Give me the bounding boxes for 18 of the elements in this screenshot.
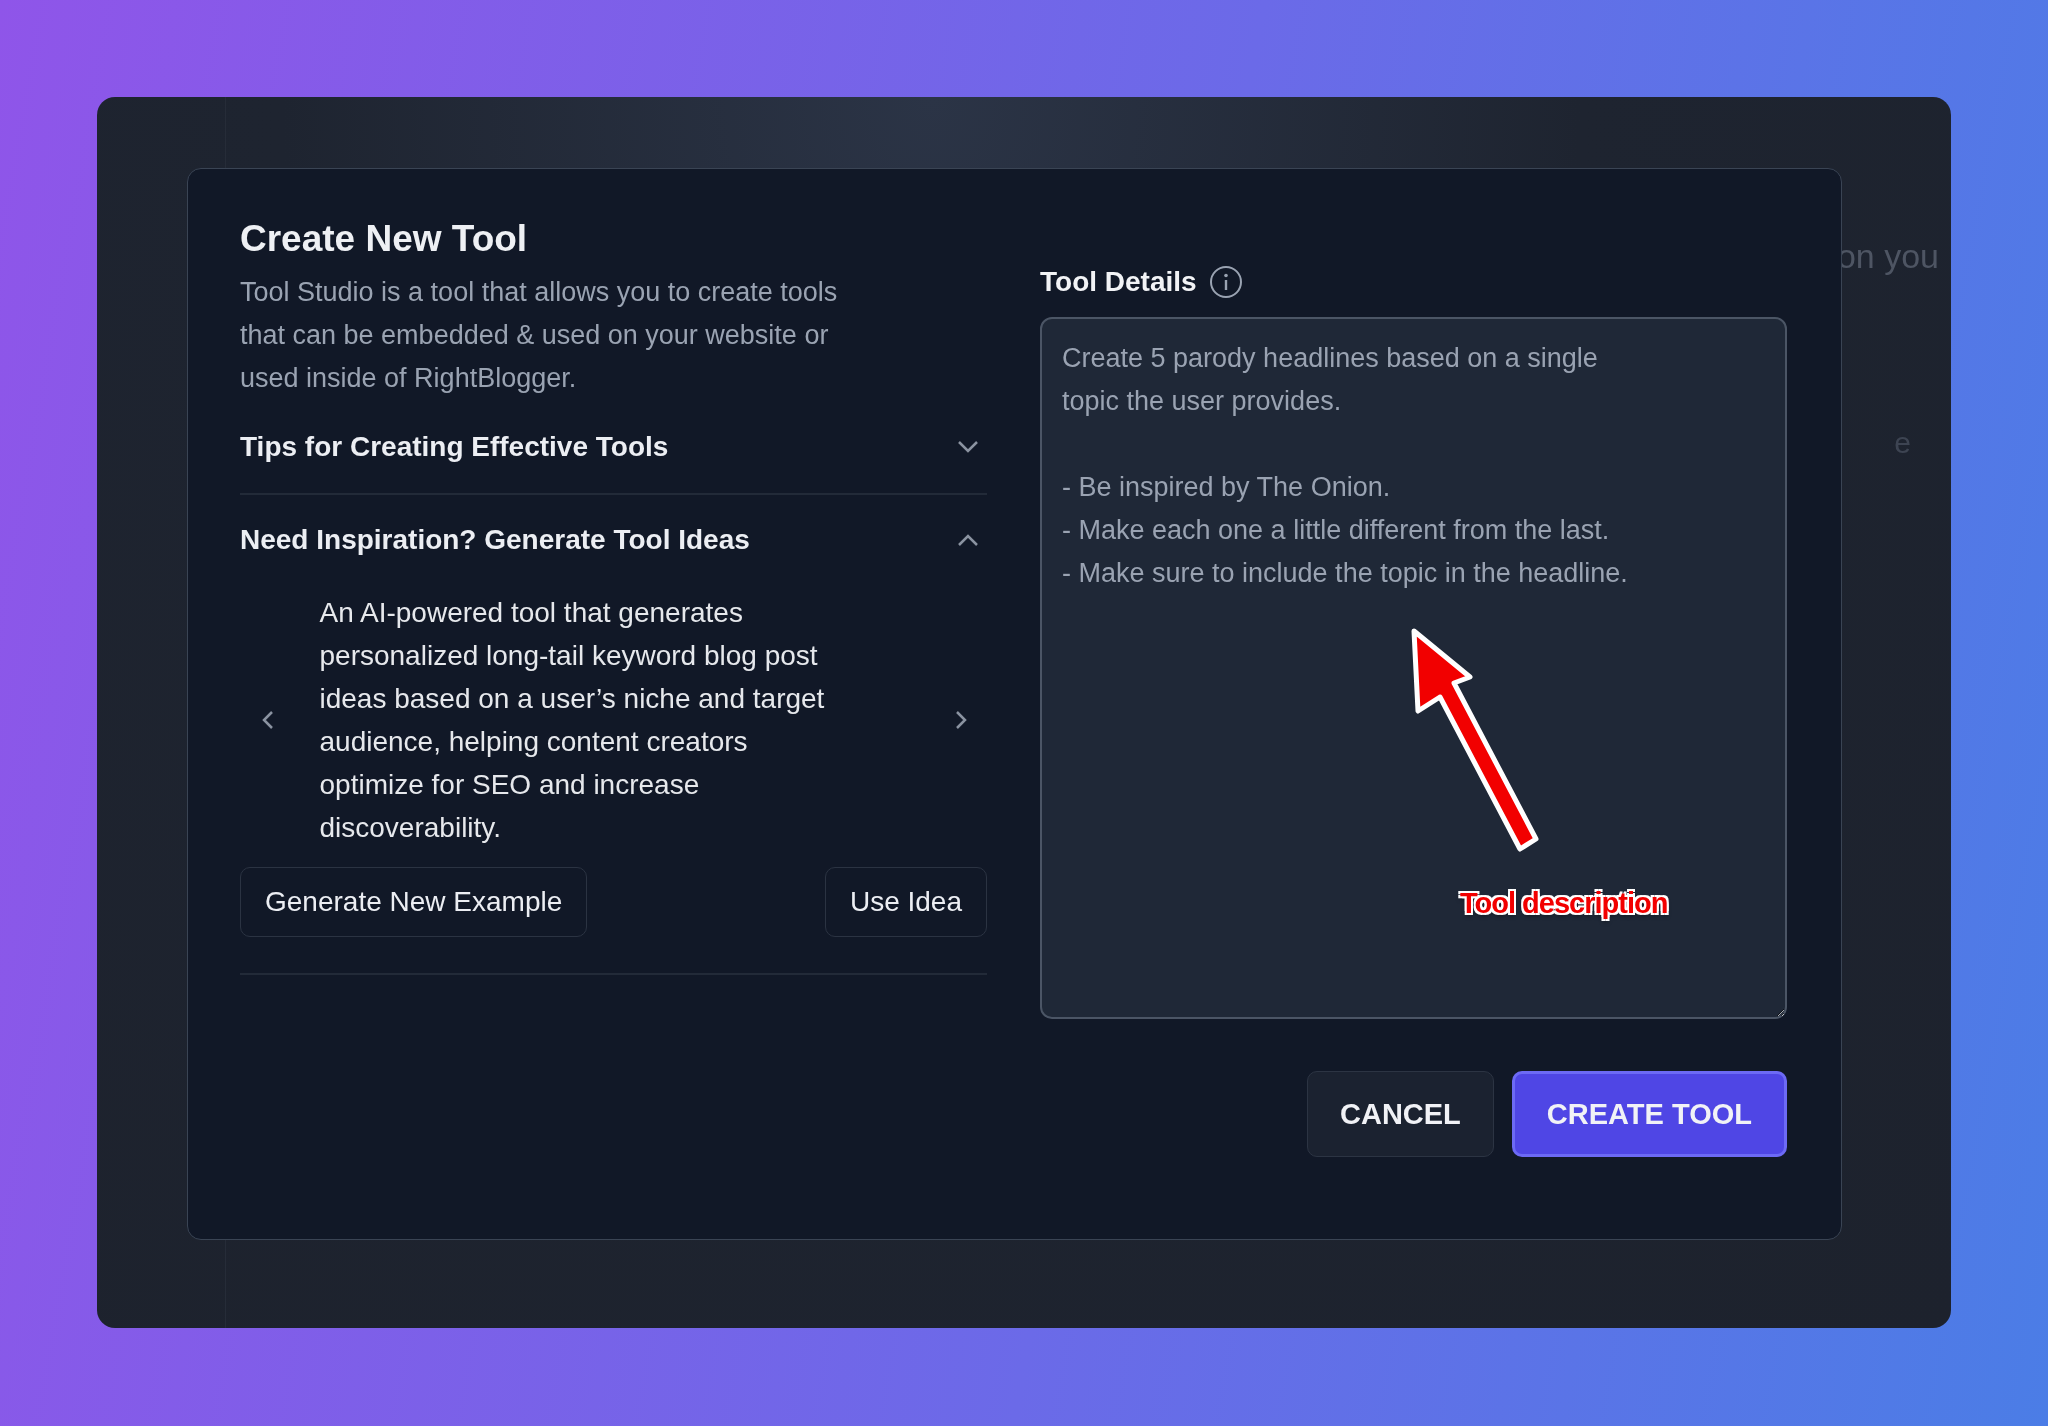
next-button[interactable] [955, 710, 967, 730]
field-label: Tool Details [1040, 266, 1197, 298]
chevron-down-icon [957, 439, 979, 454]
dialog-description: Tool Studio is a tool that allows you to create tools that can be embedded & used on your website or used inside of RightBlogger. [240, 276, 839, 395]
chevron-left-icon [262, 710, 274, 730]
generate-example-button[interactable]: Generate New Example [240, 867, 588, 937]
accordion-header[interactable]: Need Inspiration? Generate Tool Ideas [240, 495, 987, 585]
chevron-right-icon [955, 710, 967, 730]
accordion-header[interactable]: Tips for Creating Effective Tools [240, 400, 987, 495]
idea-text: An AI-powered tool that generates personalized long-tail keyword blog post ideas based on a user’s niche and target audience, helping content creators optimize for SEO and increase discoverability. [319, 596, 826, 845]
previous-button[interactable] [262, 710, 274, 730]
dialog-title: Create New Tool [240, 217, 529, 261]
create-tool-button[interactable]: CREATE TOOL [1511, 1071, 1787, 1157]
use-idea-button[interactable]: Use Idea [824, 867, 987, 937]
chevron-up-icon [957, 533, 979, 547]
annotation-label: Tool description [1460, 887, 1668, 920]
info-icon[interactable] [1208, 265, 1243, 299]
cancel-button[interactable]: CANCEL [1307, 1071, 1494, 1157]
